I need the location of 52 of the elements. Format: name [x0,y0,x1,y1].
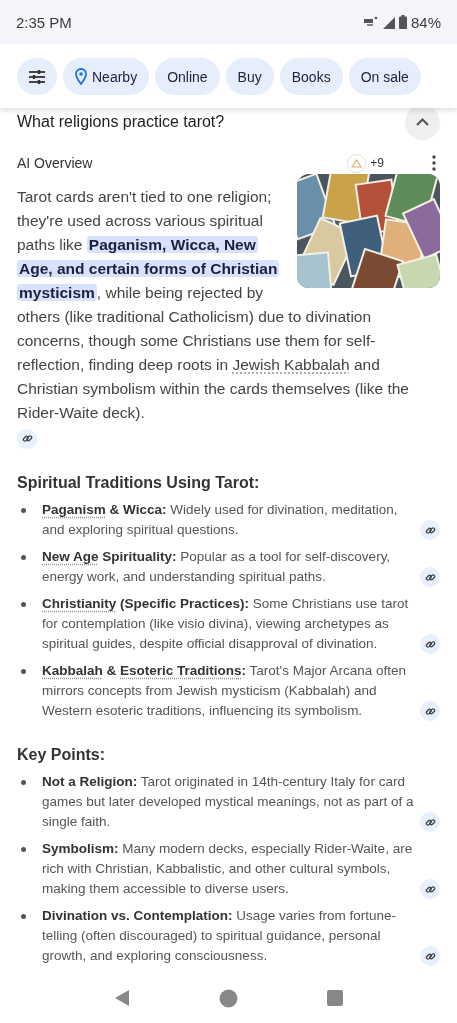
more-icon [432,155,436,171]
list-item-text: Not a Religion: Tarot originated in 14th-century Italy for card games but later developed mystical meanings, not as part of a single faith. [42,773,414,831]
link-icon [424,571,436,583]
link-button[interactable] [420,701,440,721]
inline-link[interactable]: New Age [42,549,99,564]
list-item-text: New Age Spirituality: Popular as a tool for self-discovery, energy work, and understanding spiritual paths. [42,548,392,586]
source-count: +9 [370,156,384,170]
list-item-text: Paganism & Wicca: Widely used for divination, meditation, and exploring spiritual questions. [42,501,399,539]
filter-icon [29,69,45,84]
back-button[interactable] [114,989,131,1007]
link-button[interactable] [17,428,37,449]
link-button[interactable] [420,946,440,966]
link-icon [424,638,436,650]
signal-icon [381,15,395,29]
link-icon [424,705,436,717]
filter-chip[interactable]: Buy [225,58,274,95]
summary-paragraph: Tarot cards aren't tied to one religion; they're used across various spiritual paths like Paganism, Wicca, New Age, and certain forms of Christian mysticism, while being rejected by others (like traditional Catholicism) due to divination concerns, though some Christians use them for self-reflection, finding deep roots in Jewish Kabbalah and Christian symbolism within the cards themselves (like the Rider-Waite deck). [17,187,410,423]
link-button[interactable] [420,520,440,540]
question-title: What religions practice tarot? [17,113,225,131]
inline-link[interactable]: Esoteric Traditions [120,663,242,678]
link-icon [424,524,436,536]
link-button[interactable] [420,567,440,587]
list-item-text: Kabbalah & Esoteric Traditions: Tarot's Major Arcana often mirrors concepts from Jewish mysticism (Kabbalah) and Western esoteric traditions, influencing its symbolism. [42,662,407,720]
list-item-text: Divination vs. Contemplation: Usage varies from fortune-telling (often discouraged) to spiritual guidance, personal growth, and exploring consciousness. [42,907,398,965]
filter-chip[interactable]: Online [155,58,220,95]
link-button[interactable] [420,879,440,899]
clock-time: 2:35 PM [16,13,72,31]
home-button[interactable] [219,988,238,1008]
link-button[interactable] [420,812,440,832]
recents-button[interactable] [326,990,343,1006]
collapse-button[interactable] [405,108,440,140]
filter-chip[interactable]: On sale [348,58,421,95]
list-item-text: Christianity (Specific Practices): Some Christians use tarot for contemplation (like visio divina), viewing archetypes as spiritual guides, despite official disapproval of divination. [42,595,410,653]
link-icon [424,883,436,895]
link-icon [21,433,33,445]
filter-button[interactable] [17,58,57,95]
link-icon [424,950,436,962]
inline-link[interactable]: Paganism [42,502,106,517]
filter-chip[interactable]: Nearby [63,58,150,95]
location-pin-icon [75,68,87,85]
battery-icon [398,15,407,29]
inline-link[interactable]: Christianity [42,596,117,611]
section-heading: Spiritual Traditions Using Tarot: [17,474,261,492]
link-icon [424,816,436,828]
filter-chip[interactable]: Books [279,58,343,95]
inline-link[interactable]: Kabbalah [42,663,103,678]
inline-link[interactable]: Jewish Kabbalah [232,356,350,373]
section-label: AI Overview [17,155,94,171]
battery-percent: 84% [410,13,441,31]
section-heading: Key Points: [17,746,106,764]
link-button[interactable] [420,634,440,654]
list-item-text: Symbolism: Many modern decks, especially Rider-Waite, are rich with Christian, Kabbalistic, and other cultural symbols, making them accessible to diverse users. [42,840,414,898]
